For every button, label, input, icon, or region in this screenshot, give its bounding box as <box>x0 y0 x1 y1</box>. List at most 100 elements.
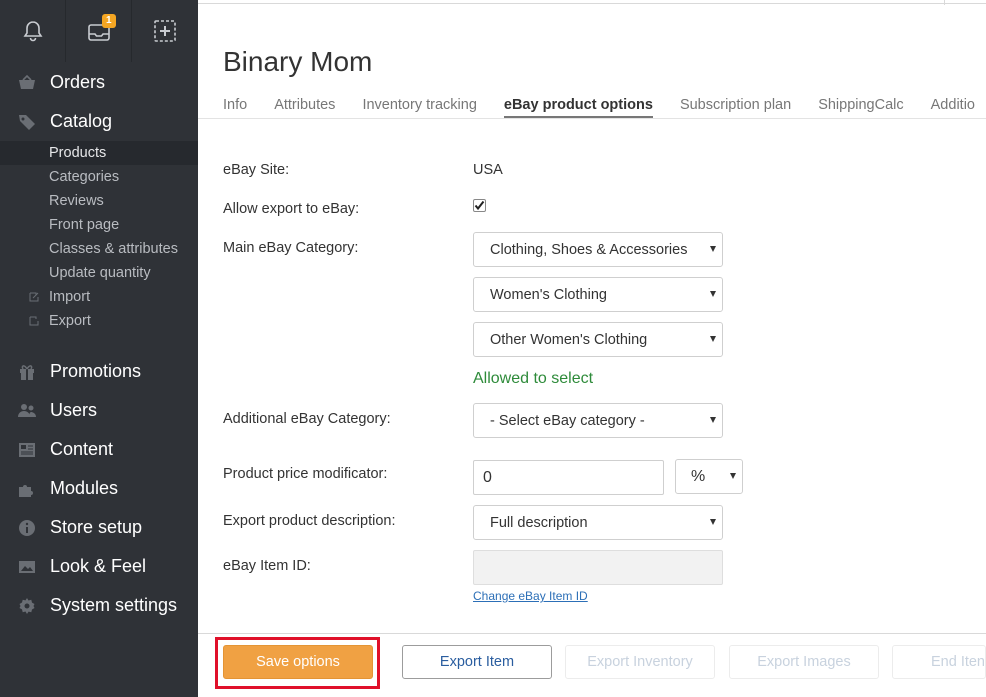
puzzle-icon <box>0 480 50 498</box>
chevron-down-icon <box>710 519 716 525</box>
change-ebay-item-id-link[interactable]: Change eBay Item ID <box>473 589 588 603</box>
nav-catalog[interactable]: Catalog <box>0 102 198 141</box>
nav-modules-label: Modules <box>50 478 119 498</box>
additional-category-select-value: - Select eBay category - <box>490 412 645 429</box>
main-category-select-2-value: Women's Clothing <box>490 286 607 303</box>
save-options-button[interactable]: Save options <box>223 645 373 679</box>
allowed-to-select-status: Allowed to select <box>473 370 594 387</box>
nav-look-feel[interactable]: Look & Feel <box>0 547 198 586</box>
import-icon <box>29 292 39 302</box>
nav-catalog-label: Catalog <box>50 111 113 131</box>
nav-orders[interactable]: Orders <box>0 63 198 102</box>
tab-info[interactable]: Info <box>223 97 247 119</box>
main-content: Binary Mom Info Attributes Inventory tra… <box>198 0 986 697</box>
nav-front-page-label: Front page <box>49 217 120 233</box>
nav-store-setup-label: Store setup <box>50 517 143 537</box>
main-category-select-2[interactable]: Women's Clothing <box>473 277 723 312</box>
export-inventory-button[interactable]: Export Inventory <box>565 645 715 679</box>
ebay-site-value: USA <box>473 162 503 178</box>
chevron-down-icon <box>710 336 716 342</box>
nav-users-label: Users <box>50 400 98 420</box>
additional-category-label: Additional eBay Category: <box>223 411 391 427</box>
nav-look-feel-label: Look & Feel <box>50 556 147 576</box>
nav-reviews-label: Reviews <box>49 193 104 209</box>
tab-inventory-tracking[interactable]: Inventory tracking <box>362 97 476 119</box>
nav-export[interactable]: Export <box>0 309 198 333</box>
additional-category-select[interactable]: - Select eBay category - <box>473 403 723 438</box>
newspaper-icon <box>0 441 50 459</box>
sidebar: 1 Orders Catalog Products Categories Rev… <box>0 0 198 697</box>
nav-reviews[interactable]: Reviews <box>0 189 198 213</box>
nav-promotions-label: Promotions <box>50 361 142 381</box>
nav-promotions[interactable]: Promotions <box>0 352 198 391</box>
ebay-item-id-label: eBay Item ID: <box>223 558 311 574</box>
orders-inbox-button[interactable]: 1 <box>66 0 132 62</box>
export-icon <box>29 316 39 326</box>
nav-system-settings-label: System settings <box>50 595 178 615</box>
export-description-label: Export product description: <box>223 513 396 529</box>
nav-classes-label: Classes & attributes <box>49 241 178 257</box>
chevron-down-icon <box>710 246 716 252</box>
nav-classes-attributes[interactable]: Classes & attributes <box>0 237 198 261</box>
ebay-item-id-field <box>473 550 723 585</box>
gear-icon <box>0 597 50 615</box>
top-divider <box>198 0 986 5</box>
chevron-down-icon <box>730 473 736 479</box>
page-title: Binary Mom <box>223 46 373 77</box>
nav-content[interactable]: Content <box>0 430 198 469</box>
main-category-select-3[interactable]: Other Women's Clothing <box>473 322 723 357</box>
plus-square-icon <box>154 20 176 42</box>
tab-ebay-product-options[interactable]: eBay product options <box>503 97 653 119</box>
nav-users[interactable]: Users <box>0 391 198 430</box>
notifications-button[interactable] <box>0 0 66 62</box>
nav-categories-label: Categories <box>49 169 120 185</box>
end-item-button[interactable]: End Iten <box>892 645 986 679</box>
cart-icon <box>0 74 50 92</box>
main-category-label: Main eBay Category: <box>223 240 359 256</box>
tab-attributes[interactable]: Attributes <box>274 97 335 119</box>
main-category-select-1-value: Clothing, Shoes & Accessories <box>490 241 688 258</box>
tags-icon <box>0 113 50 131</box>
tab-shippingcalc[interactable]: ShippingCalc <box>818 97 903 119</box>
nav-system-settings[interactable]: System settings <box>0 586 198 625</box>
product-tabs: Info Attributes Inventory tracking eBay … <box>223 97 986 119</box>
price-modificator-label: Product price modificator: <box>223 466 388 482</box>
nav-store-setup[interactable]: Store setup <box>0 508 198 547</box>
nav-export-label: Export <box>49 313 91 329</box>
add-button[interactable] <box>132 0 198 62</box>
bell-icon <box>23 21 42 42</box>
export-images-button[interactable]: Export Images <box>729 645 879 679</box>
nav-front-page[interactable]: Front page <box>0 213 198 237</box>
nav-categories[interactable]: Categories <box>0 165 198 189</box>
nav-update-quantity[interactable]: Update quantity <box>0 261 198 285</box>
nav-products[interactable]: Products <box>0 141 198 165</box>
notification-badge: 1 <box>102 14 116 28</box>
footer-actions: Save options Export Item Export Inventor… <box>198 633 986 697</box>
tab-additional[interactable]: Additio <box>931 97 975 119</box>
nav-orders-label: Orders <box>50 72 106 92</box>
tabs-divider <box>198 118 986 119</box>
export-description-select[interactable]: Full description <box>473 505 723 540</box>
main-category-select-3-value: Other Women's Clothing <box>490 331 648 348</box>
price-modificator-input[interactable]: 0 <box>473 460 664 495</box>
chevron-down-icon <box>710 291 716 297</box>
main-category-select-1[interactable]: Clothing, Shoes & Accessories <box>473 232 723 267</box>
export-description-select-value: Full description <box>490 514 588 531</box>
price-modificator-value: 0 <box>483 468 492 486</box>
export-item-button[interactable]: Export Item <box>402 645 552 679</box>
nav-content-label: Content <box>50 439 114 459</box>
nav-import-label: Import <box>49 289 91 305</box>
allow-export-label: Allow export to eBay: <box>223 201 360 217</box>
users-icon <box>0 402 50 420</box>
ebay-site-label: eBay Site: <box>223 162 290 178</box>
nav-import[interactable]: Import <box>0 285 198 309</box>
image-icon <box>0 558 50 576</box>
chevron-down-icon <box>710 417 716 423</box>
allow-export-checkbox[interactable] <box>473 199 486 212</box>
tab-subscription-plan[interactable]: Subscription plan <box>680 97 791 119</box>
gift-icon <box>0 363 50 381</box>
nav-products-label: Products <box>49 145 107 161</box>
nav-modules[interactable]: Modules <box>0 469 198 508</box>
price-modificator-unit-select[interactable]: % <box>675 459 743 494</box>
sidebar-topbar: 1 <box>0 0 198 62</box>
